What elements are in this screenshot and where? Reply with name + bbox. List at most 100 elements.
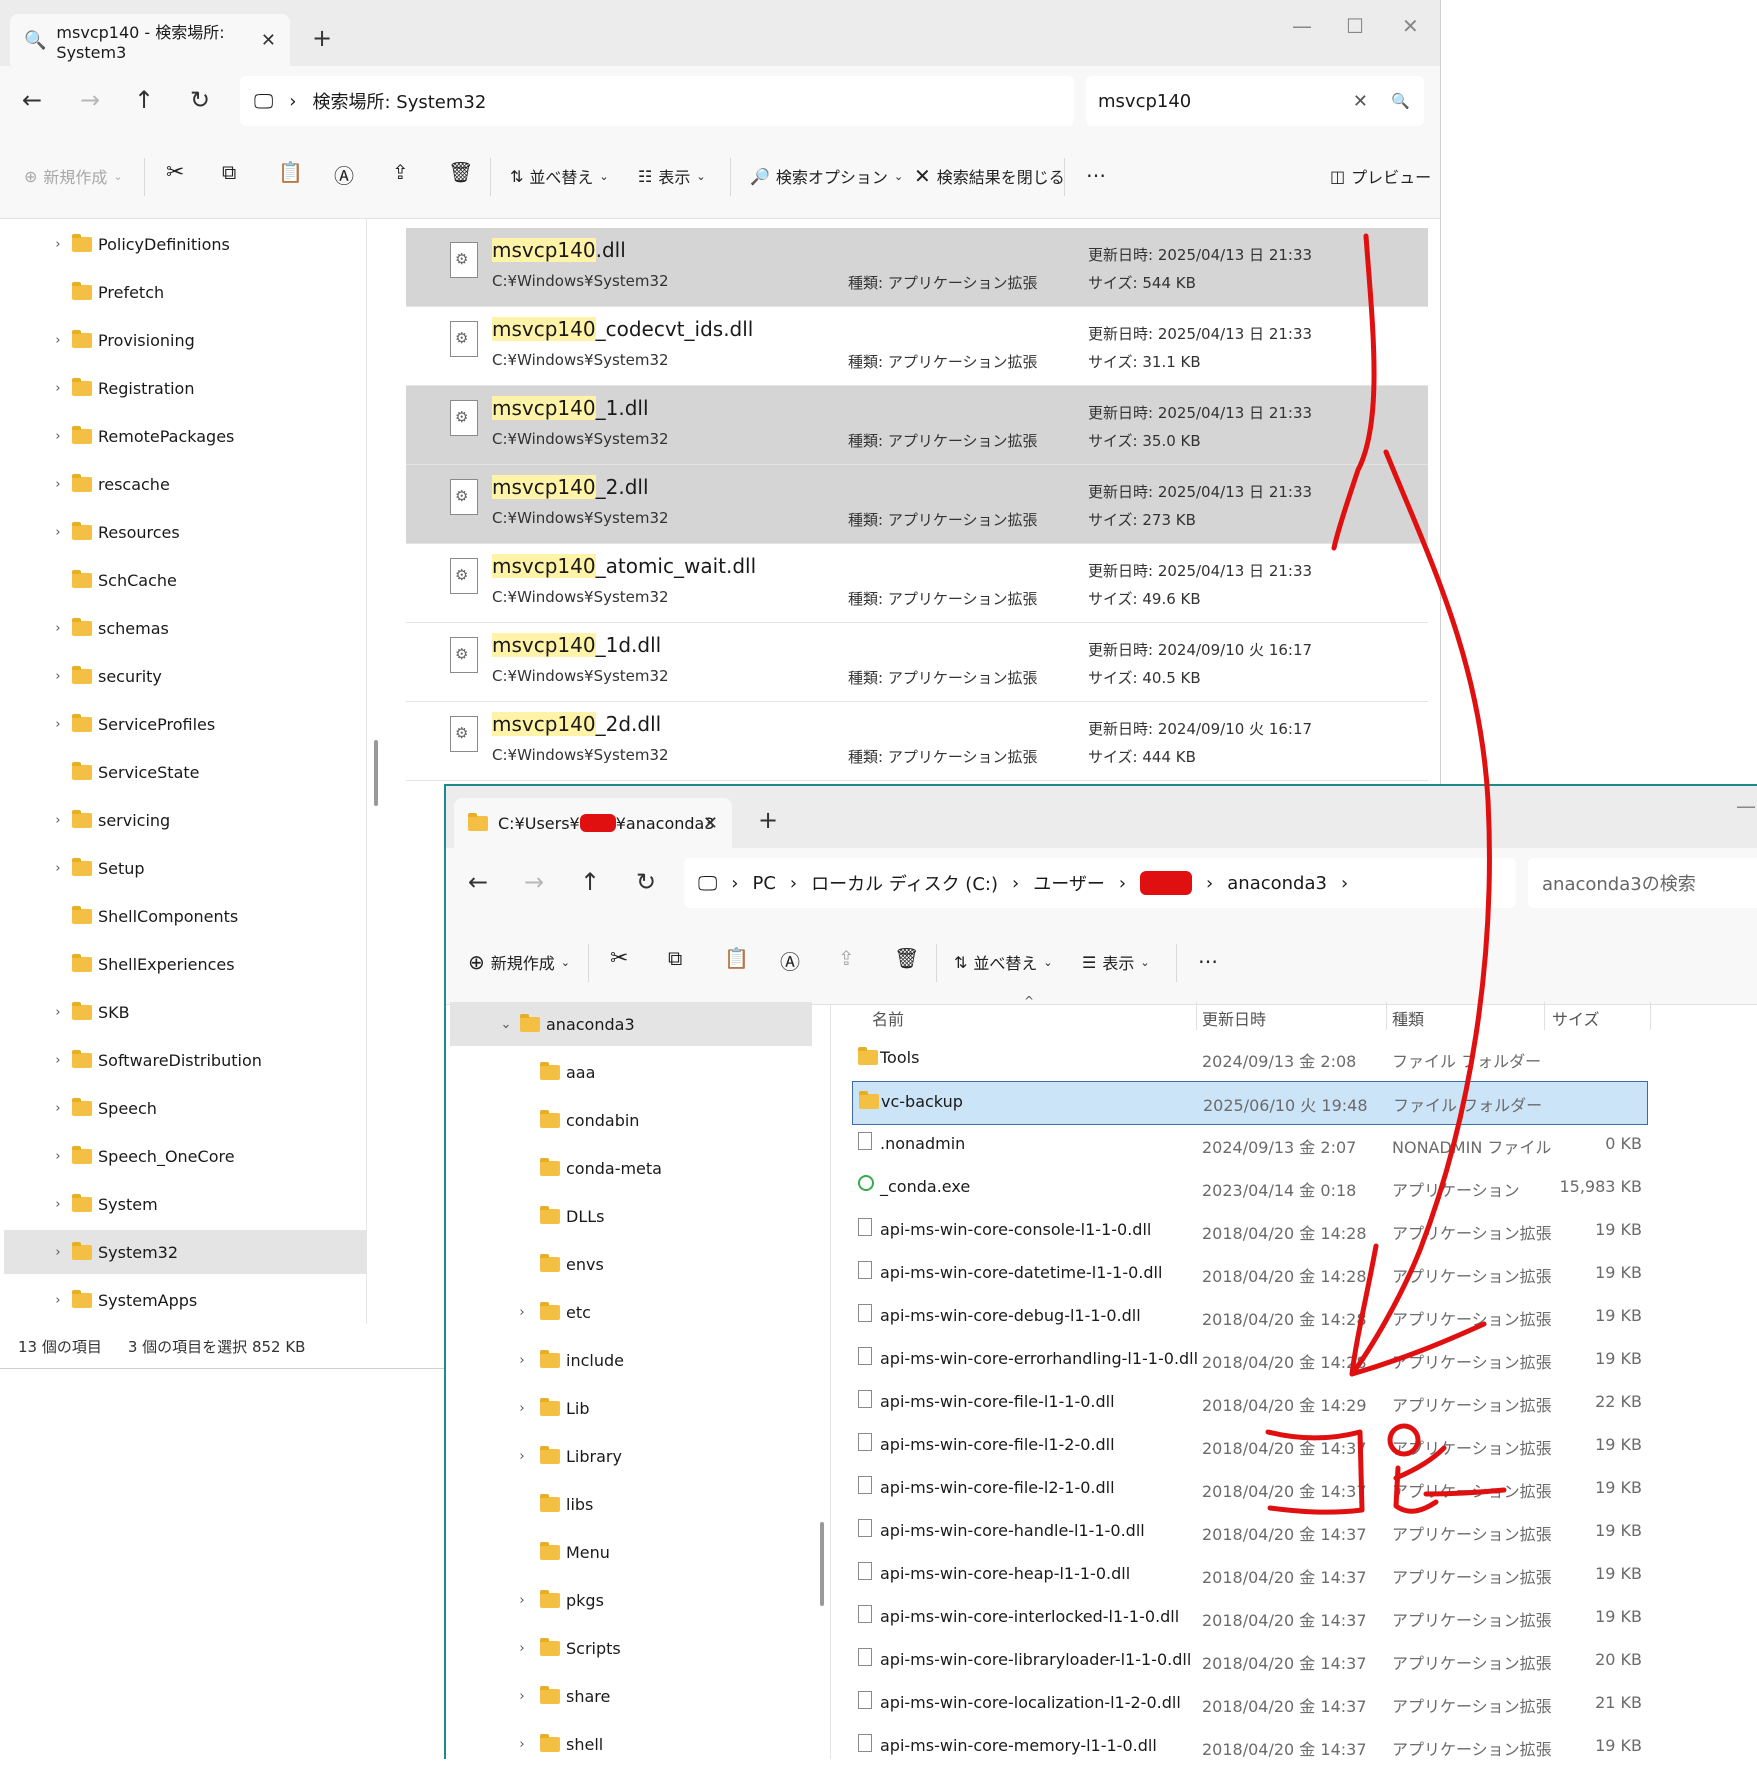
tree-item[interactable]: SchCache xyxy=(4,558,366,602)
chevron-down-icon[interactable]: ⌄ xyxy=(496,1017,516,1032)
delete-icon[interactable]: 🗑 xyxy=(894,946,919,970)
paste-icon[interactable]: 📋 xyxy=(724,946,749,970)
tree-item[interactable]: › security xyxy=(4,654,366,698)
paste-icon[interactable]: 📋 xyxy=(278,160,303,184)
chevron-right-icon[interactable]: › xyxy=(48,381,68,396)
up-button[interactable]: ↑ xyxy=(580,868,600,896)
tree-item[interactable]: › rescache xyxy=(4,462,366,506)
cut-icon[interactable]: ✂ xyxy=(166,160,184,185)
tab-search-results[interactable]: 🔍 msvcp140 - 検索場所: System3 ✕ xyxy=(10,14,290,66)
chevron-right-icon[interactable]: › xyxy=(48,1197,68,1212)
delete-icon[interactable]: 🗑 xyxy=(448,160,473,184)
chevron-right-icon[interactable]: › xyxy=(512,1737,532,1752)
file-row[interactable]: api-ms-win-core-file-l1-1-0.dll 2018/04/2… xyxy=(852,1382,1646,1424)
chevron-right-icon[interactable]: › xyxy=(48,1245,68,1260)
view-button[interactable]: ☰ 表示 ⌄ xyxy=(1082,950,1150,974)
tree-item[interactable]: ShellExperiences xyxy=(4,942,366,986)
column-header-date[interactable]: 更新日時 xyxy=(1202,1006,1266,1030)
clear-search-icon[interactable]: ✕ xyxy=(1353,91,1368,112)
tree-item[interactable]: › Resources xyxy=(4,510,366,554)
chevron-right-icon[interactable]: › xyxy=(48,1149,68,1164)
tree-item[interactable]: › Provisioning xyxy=(4,318,366,362)
tree-item[interactable]: › RemotePackages xyxy=(4,414,366,458)
tree-item[interactable]: › include xyxy=(450,1338,812,1382)
tree-item[interactable]: condabin xyxy=(450,1098,812,1142)
file-row[interactable]: Tools 2024/09/13 金 2:08 ファイル フォルダー xyxy=(852,1038,1646,1080)
search-result-row[interactable]: msvcp140_1.dll C:¥Windows¥System32 種類: アプリ… xyxy=(406,386,1428,465)
chevron-right-icon[interactable]: › xyxy=(48,1101,68,1116)
tree-item[interactable]: Menu xyxy=(450,1530,812,1574)
tree-item[interactable]: conda-meta xyxy=(450,1146,812,1190)
nav-scrollbar[interactable] xyxy=(374,740,378,806)
more-options-button[interactable]: … xyxy=(1086,158,1106,182)
chevron-right-icon[interactable]: › xyxy=(512,1689,532,1704)
tree-item[interactable]: › Setup xyxy=(4,846,366,890)
sort-button[interactable]: ⇅ 並べ替え ⌄ xyxy=(510,164,609,188)
chevron-right-icon[interactable]: › xyxy=(48,1005,68,1020)
file-row[interactable]: api-ms-win-core-file-l2-1-0.dll 2018/04/2… xyxy=(852,1468,1646,1510)
address-bar[interactable]: 🖵 › PC › ローカル ディスク (C:) › ユーザー › xxxx › … xyxy=(684,858,1516,908)
tree-item[interactable]: ⌄ anaconda3 xyxy=(450,1002,812,1046)
file-row[interactable]: api-ms-win-core-memory-l1-1-0.dll 2018/04… xyxy=(852,1726,1646,1768)
up-button[interactable]: ↑ xyxy=(134,86,154,114)
sort-button[interactable]: ⇅ 並べ替え ⌄ xyxy=(954,950,1053,974)
tree-item[interactable]: ShellComponents xyxy=(4,894,366,938)
forward-button[interactable]: → xyxy=(524,868,544,896)
tree-item[interactable]: › etc xyxy=(450,1290,812,1334)
redacted-username[interactable]: xxxx xyxy=(1140,871,1193,895)
file-row[interactable]: vc-backup 2025/06/10 火 19:48 ファイル フォルダー xyxy=(852,1081,1648,1125)
tree-item[interactable]: › pkgs xyxy=(450,1578,812,1622)
breadcrumb-users[interactable]: ユーザー xyxy=(1033,870,1105,896)
cut-icon[interactable]: ✂ xyxy=(610,946,628,971)
preview-button[interactable]: ◫ プレビュー xyxy=(1330,164,1431,188)
file-row[interactable]: _conda.exe 2023/04/14 金 0:18 アプリケーション 15,98… xyxy=(852,1167,1646,1209)
chevron-right-icon[interactable]: › xyxy=(48,669,68,684)
chevron-right-icon[interactable]: › xyxy=(512,1305,532,1320)
forward-button[interactable]: → xyxy=(80,86,100,114)
chevron-right-icon[interactable]: › xyxy=(48,525,68,540)
rename-icon[interactable]: Ⓐ xyxy=(780,946,800,975)
nav-scrollbar[interactable] xyxy=(820,1522,824,1606)
tree-item[interactable]: › System32 xyxy=(4,1230,366,1274)
tree-item[interactable]: › schemas xyxy=(4,606,366,650)
refresh-button[interactable]: ↻ xyxy=(190,86,210,114)
copy-icon[interactable]: ⧉ xyxy=(222,160,236,184)
file-row[interactable]: api-ms-win-core-file-l1-2-0.dll 2018/04/2… xyxy=(852,1425,1646,1467)
tree-item[interactable]: › PolicyDefinitions xyxy=(4,222,366,266)
search-input[interactable]: anaconda3の検索 xyxy=(1542,870,1696,896)
copy-icon[interactable]: ⧉ xyxy=(668,946,682,970)
back-button[interactable]: ← xyxy=(468,868,488,896)
tree-item[interactable]: aaa xyxy=(450,1050,812,1094)
chevron-right-icon[interactable]: › xyxy=(512,1593,532,1608)
close-search-button[interactable]: ✕ 検索結果を閉じる xyxy=(914,164,1065,188)
tree-item[interactable]: › Speech_OneCore xyxy=(4,1134,366,1178)
more-options-button[interactable]: … xyxy=(1198,944,1218,968)
search-box[interactable]: msvcp140 ✕ 🔍 xyxy=(1086,76,1424,126)
column-header-type[interactable]: 種類 xyxy=(1392,1006,1424,1030)
tree-item[interactable]: libs xyxy=(450,1482,812,1526)
tree-item[interactable]: › Library xyxy=(450,1434,812,1478)
chevron-right-icon[interactable]: › xyxy=(48,621,68,636)
breadcrumb-anaconda3[interactable]: anaconda3 xyxy=(1227,873,1327,894)
file-row[interactable]: api-ms-win-core-console-l1-1-0.dll 2018/0… xyxy=(852,1210,1646,1252)
chevron-right-icon[interactable]: › xyxy=(48,429,68,444)
tree-item[interactable]: Prefetch xyxy=(4,270,366,314)
tree-item[interactable]: › SystemApps xyxy=(4,1278,366,1322)
chevron-right-icon[interactable]: › xyxy=(512,1449,532,1464)
tree-item[interactable]: › SoftwareDistribution xyxy=(4,1038,366,1082)
maximize-button[interactable]: ☐ xyxy=(1346,14,1364,38)
close-tab-icon[interactable]: ✕ xyxy=(703,813,718,834)
breadcrumb-drive[interactable]: ローカル ディスク (C:) xyxy=(811,870,998,896)
column-header-size[interactable]: サイズ xyxy=(1552,1006,1600,1030)
file-row[interactable]: api-ms-win-core-handle-l1-1-0.dll 2018/04… xyxy=(852,1511,1646,1553)
chevron-right-icon[interactable]: › xyxy=(48,1053,68,1068)
chevron-right-icon[interactable]: › xyxy=(48,237,68,252)
chevron-right-icon[interactable]: › xyxy=(512,1401,532,1416)
chevron-right-icon[interactable]: › xyxy=(48,717,68,732)
close-window-button[interactable]: ✕ xyxy=(1402,14,1419,38)
close-tab-icon[interactable]: ✕ xyxy=(261,30,276,51)
view-button[interactable]: ☷ 表示 ⌄ xyxy=(638,164,706,188)
chevron-right-icon[interactable]: › xyxy=(48,333,68,348)
tree-item[interactable]: › ServiceProfiles xyxy=(4,702,366,746)
search-result-row[interactable]: msvcp140_2.dll C:¥Windows¥System32 種類: アプリ… xyxy=(406,465,1428,544)
